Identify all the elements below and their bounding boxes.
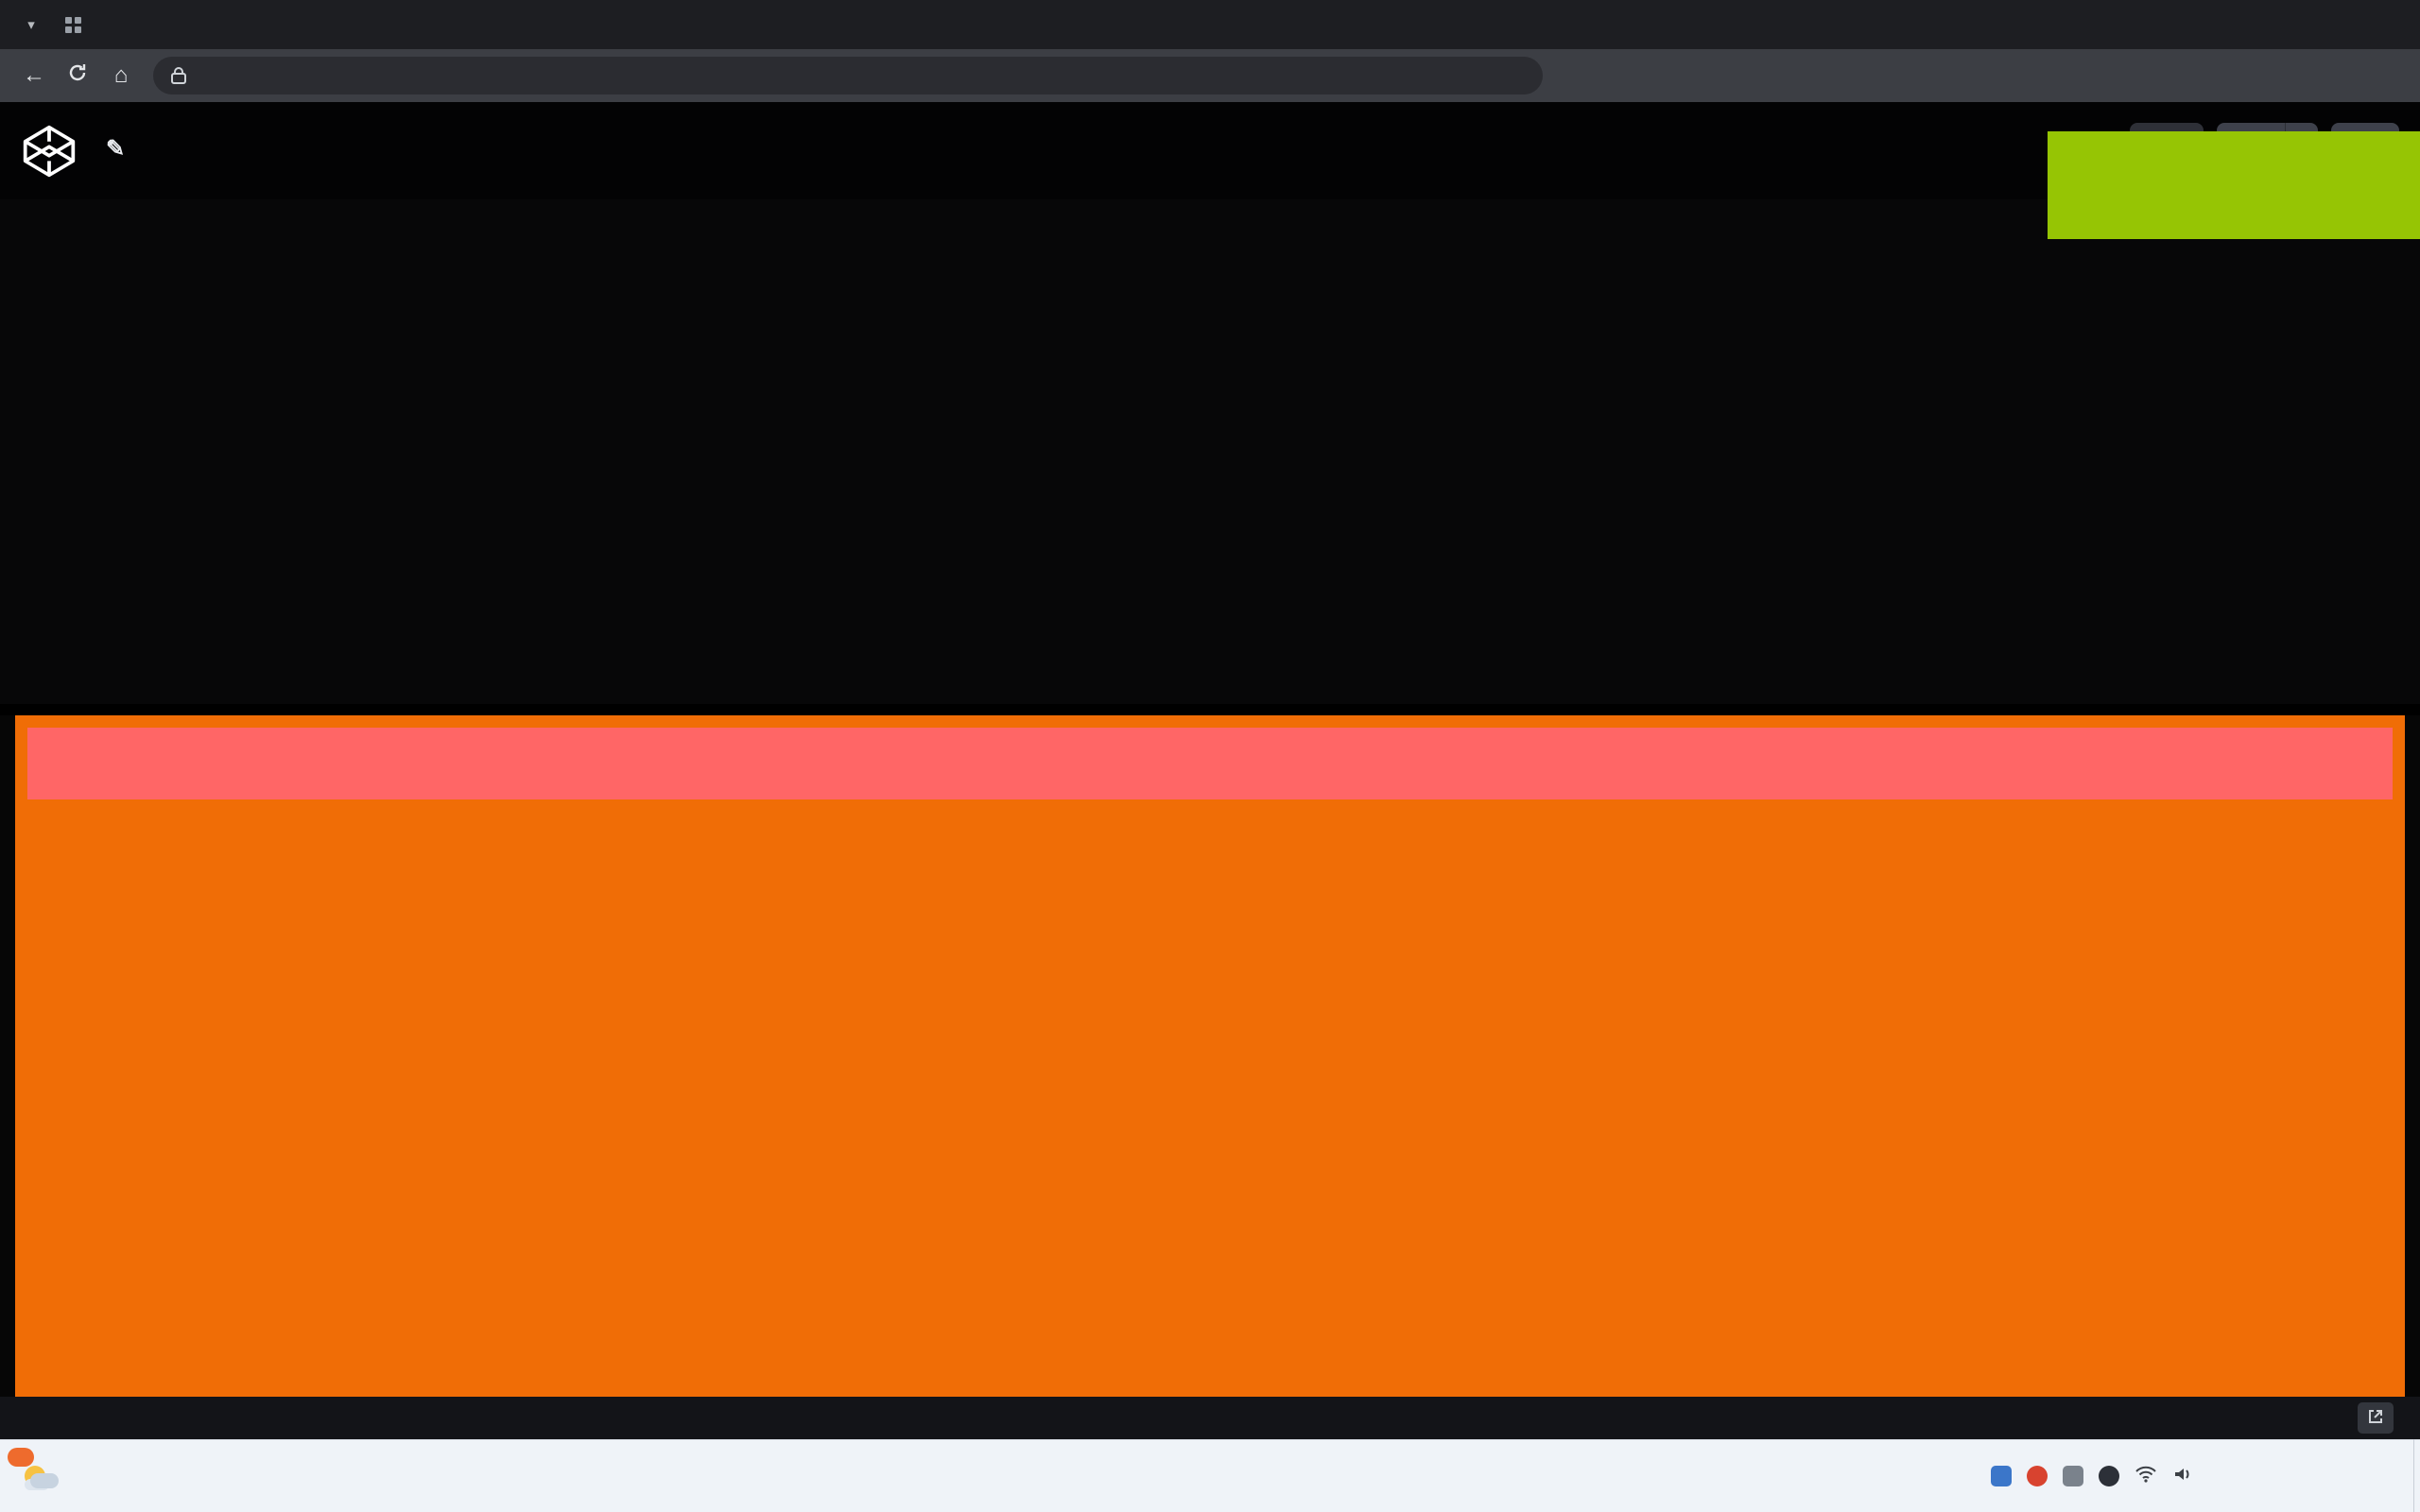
external-link-icon [2367, 1408, 2384, 1428]
home-icon: ⌂ [114, 62, 129, 89]
browser-tab-bar: ▾ [0, 0, 2420, 49]
tray-app-icon[interactable] [2027, 1466, 2048, 1486]
window-controls [2210, 0, 2420, 49]
codepen-logo-icon[interactable] [21, 123, 78, 180]
chevron-down-icon: ▾ [27, 16, 35, 33]
back-button[interactable]: ← [13, 56, 55, 95]
preview-page [15, 715, 2405, 1397]
tab-search-button[interactable]: ▾ [15, 9, 47, 41]
workspaces-icon [65, 17, 81, 33]
show-desktop-button[interactable] [2413, 1439, 2420, 1512]
maximize-button[interactable] [2280, 0, 2350, 49]
browser-nav-bar: ← ⌂ [0, 49, 2420, 102]
melt-div[interactable] [27, 728, 2393, 799]
tray-app-icon[interactable] [2063, 1466, 2083, 1486]
preview-area [0, 715, 2420, 1397]
tray-app-icon[interactable] [1991, 1466, 2012, 1486]
home-button[interactable]: ⌂ [100, 56, 142, 95]
open-live-view-button[interactable] [2358, 1402, 2394, 1434]
refresh-button[interactable] [57, 56, 98, 95]
refresh-icon [67, 62, 88, 90]
back-arrow-icon: ← [23, 62, 45, 89]
taskbar [0, 1439, 2420, 1512]
system-tray [1976, 1440, 2420, 1512]
wifi-icon[interactable] [2135, 1465, 2157, 1488]
tray-app-icon[interactable] [2099, 1466, 2119, 1486]
tab-tools: ▾ [0, 0, 95, 49]
footer-right [2335, 1402, 2405, 1434]
screen-recording-overlay [2048, 131, 2420, 239]
volume-icon[interactable] [2172, 1465, 2193, 1488]
screen: ▾ ← ⌂ ✎ [0, 0, 2420, 1512]
address-bar[interactable] [153, 57, 1543, 94]
lock-icon[interactable] [170, 66, 187, 85]
minimize-button[interactable] [2210, 0, 2280, 49]
weather-widget[interactable] [0, 1440, 91, 1512]
pen-title-block: ✎ [95, 135, 125, 167]
edit-title-icon[interactable]: ✎ [106, 135, 125, 163]
editor-panes [0, 199, 2420, 704]
new-tab-button[interactable] [102, 9, 138, 45]
workspaces-button[interactable] [57, 9, 89, 41]
close-button[interactable] [2350, 0, 2420, 49]
editor-preview-divider[interactable] [0, 704, 2420, 715]
codepen-footer [0, 1397, 2420, 1439]
weather-badge [8, 1448, 34, 1467]
